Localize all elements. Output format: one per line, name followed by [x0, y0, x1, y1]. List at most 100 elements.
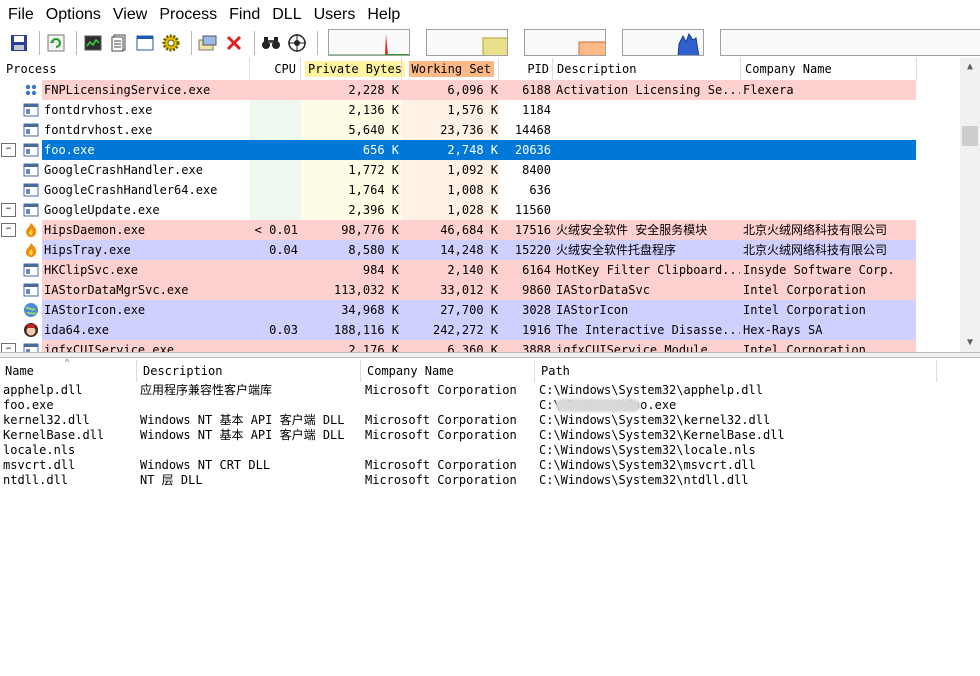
- process-row[interactable]: − foo.exe 656 K 2,748 K 20636: [0, 140, 916, 160]
- tree-collapse-icon[interactable]: −: [1, 223, 16, 237]
- dll-row[interactable]: foo.exeC:\ Desktop\foo.exe: [0, 398, 980, 413]
- column-divider[interactable]: [300, 58, 301, 80]
- process-pid: 3888: [522, 343, 551, 352]
- process-row[interactable]: HKClipSvc.exe 984 K 2,140 K 6164 HotKey Filt…: [0, 260, 916, 280]
- scroll-thumb[interactable]: [962, 126, 978, 146]
- process-row[interactable]: IAStorIcon.exe 34,968 K 27,700 K 3028 IAStor…: [0, 300, 916, 320]
- dll-row[interactable]: ntdll.dll NT 层 DLL Microsoft Corporation C:…: [0, 473, 980, 488]
- column-divider[interactable]: [740, 58, 741, 80]
- column-divider[interactable]: [936, 360, 937, 382]
- find-binoculars-icon[interactable]: [260, 32, 282, 54]
- process-row[interactable]: GoogleCrashHandler64.exe 1,764 K 1,008 K 63…: [0, 180, 916, 200]
- dll-description: Windows NT 基本 API 客户端 DLL: [140, 428, 345, 442]
- dll-name: KernelBase.dll: [3, 428, 105, 442]
- process-tree-icon[interactable]: [197, 32, 219, 54]
- process-description: IAStorIcon: [556, 303, 629, 317]
- flame-icon: [23, 222, 39, 238]
- dll-name: apphelp.dll: [3, 383, 83, 397]
- target-crosshair-icon[interactable]: [286, 32, 308, 54]
- col-private-bytes-label: Private Bytes: [305, 61, 405, 77]
- process-description: 火绒安全软件 安全服务模块: [556, 223, 708, 237]
- tree-collapse-icon[interactable]: −: [1, 343, 16, 352]
- pane-splitter[interactable]: [0, 352, 980, 358]
- col-private-bytes-header[interactable]: Private Bytes: [301, 58, 405, 80]
- menu-view[interactable]: View: [107, 0, 153, 30]
- process-row[interactable]: FNPLicensingService.exe 2,228 K 6,096 K 618…: [0, 80, 916, 100]
- process-row[interactable]: − GoogleUpdate.exe 2,396 K 1,028 K 11560: [0, 200, 916, 220]
- dll-col-description-header[interactable]: Description: [138, 360, 360, 382]
- menu-dll[interactable]: DLL: [266, 0, 307, 30]
- dll-row[interactable]: msvcrt.dll Windows NT CRT DLL Microsoft Co…: [0, 458, 980, 473]
- col-process-header[interactable]: Process: [0, 58, 248, 80]
- toolbar-separator: [76, 31, 77, 55]
- cpu-usage-graph[interactable]: [328, 29, 410, 56]
- column-divider[interactable]: [136, 360, 137, 382]
- dll-row[interactable]: KernelBase.dll Windows NT 基本 API 客户端 DLL M…: [0, 428, 980, 443]
- dll-col-path-header[interactable]: Path: [536, 360, 936, 382]
- save-icon[interactable]: [8, 32, 30, 54]
- process-row[interactable]: − HipsDaemon.exe < 0.01 98,776 K 46,684 K 175…: [0, 220, 916, 240]
- menu-help[interactable]: Help: [361, 0, 406, 30]
- process-name: igfxCUIService.exe: [44, 343, 175, 352]
- scroll-down-arrow-icon[interactable]: ▼: [960, 334, 980, 352]
- process-row[interactable]: ida64.exe 0.03 188,116 K 242,272 K 1916 The I…: [0, 320, 916, 340]
- process-pid: 20636: [514, 143, 551, 157]
- column-divider[interactable]: [360, 360, 361, 382]
- menu-find[interactable]: Find: [223, 0, 266, 30]
- dll-row[interactable]: locale.nls C:\Windows\System32\locale.nls: [0, 443, 980, 458]
- process-cpu: [250, 280, 298, 300]
- settings-gear-icon[interactable]: [160, 32, 182, 54]
- menu-process[interactable]: Process: [153, 0, 223, 30]
- process-company: [743, 200, 915, 220]
- process-row[interactable]: fontdrvhost.exe 5,640 K 23,736 K 14468: [0, 120, 916, 140]
- process-row[interactable]: IAStorDataMgrSvc.exe 113,032 K 33,012 K 986…: [0, 280, 916, 300]
- column-divider[interactable]: [552, 58, 553, 80]
- column-divider[interactable]: [916, 58, 917, 80]
- menu-options[interactable]: Options: [40, 0, 107, 30]
- refresh-icon[interactable]: [45, 32, 67, 54]
- commit-charge-graph[interactable]: [426, 29, 508, 56]
- dll-col-company-name-header[interactable]: Company Name: [362, 360, 534, 382]
- dll-description: [140, 398, 360, 413]
- process-working-set: 1,028 K: [447, 203, 498, 217]
- process-private-bytes: 1,764 K: [348, 183, 399, 197]
- column-divider[interactable]: [534, 360, 535, 382]
- tree-collapse-icon[interactable]: −: [1, 203, 16, 217]
- io-graph[interactable]: [524, 29, 606, 56]
- col-pid-header[interactable]: PID: [499, 58, 551, 80]
- col-description-header[interactable]: Description: [553, 58, 739, 80]
- system-info-icon[interactable]: [82, 32, 104, 54]
- process-private-bytes: 2,176 K: [348, 343, 399, 352]
- col-working-set-header[interactable]: Working Set: [402, 58, 498, 80]
- menu-users[interactable]: Users: [308, 0, 362, 30]
- menu-bar: File Options View Process Find DLL Users Help: [0, 0, 980, 30]
- process-row[interactable]: HipsTray.exe 0.04 8,580 K 14,248 K 15220 火绒安全…: [0, 240, 916, 260]
- scroll-up-arrow-icon[interactable]: ▲: [960, 58, 980, 76]
- process-pid: 14468: [514, 123, 551, 137]
- col-company-name-header[interactable]: Company Name: [741, 58, 916, 80]
- process-name: GoogleCrashHandler.exe: [44, 163, 203, 177]
- process-working-set: 242,272 K: [432, 323, 498, 337]
- tree-collapse-icon[interactable]: −: [1, 143, 16, 157]
- window-icon[interactable]: [134, 32, 156, 54]
- gpu-graph[interactable]: [622, 29, 704, 56]
- process-row[interactable]: fontdrvhost.exe 2,136 K 1,576 K 1184: [0, 100, 916, 120]
- process-row[interactable]: − igfxCUIService.exe 2,176 K 6,360 K 3888 igf…: [0, 340, 916, 352]
- process-table-scrollbar[interactable]: ▲ ▼: [960, 58, 980, 352]
- column-divider[interactable]: [401, 58, 402, 80]
- app-window-icon: [23, 162, 39, 178]
- process-row[interactable]: GoogleCrashHandler.exe 1,772 K 1,092 K 8400: [0, 160, 916, 180]
- dll-row[interactable]: apphelp.dll 应用程序兼容性客户端库 Microsoft Corporat…: [0, 383, 980, 398]
- process-description: [556, 120, 740, 140]
- kill-process-icon[interactable]: [223, 32, 245, 54]
- app-window-icon: [23, 262, 39, 278]
- column-divider[interactable]: [249, 58, 250, 80]
- menu-file[interactable]: File: [2, 0, 40, 30]
- properties-icon[interactable]: [108, 32, 130, 54]
- column-divider[interactable]: [498, 58, 499, 80]
- globe-icon: [23, 302, 39, 318]
- col-cpu-header[interactable]: CPU: [250, 58, 300, 80]
- dll-row[interactable]: kernel32.dll Windows NT 基本 API 客户端 DLL Mic…: [0, 413, 980, 428]
- network-graph[interactable]: [720, 29, 980, 56]
- ida-face-icon: [23, 322, 39, 338]
